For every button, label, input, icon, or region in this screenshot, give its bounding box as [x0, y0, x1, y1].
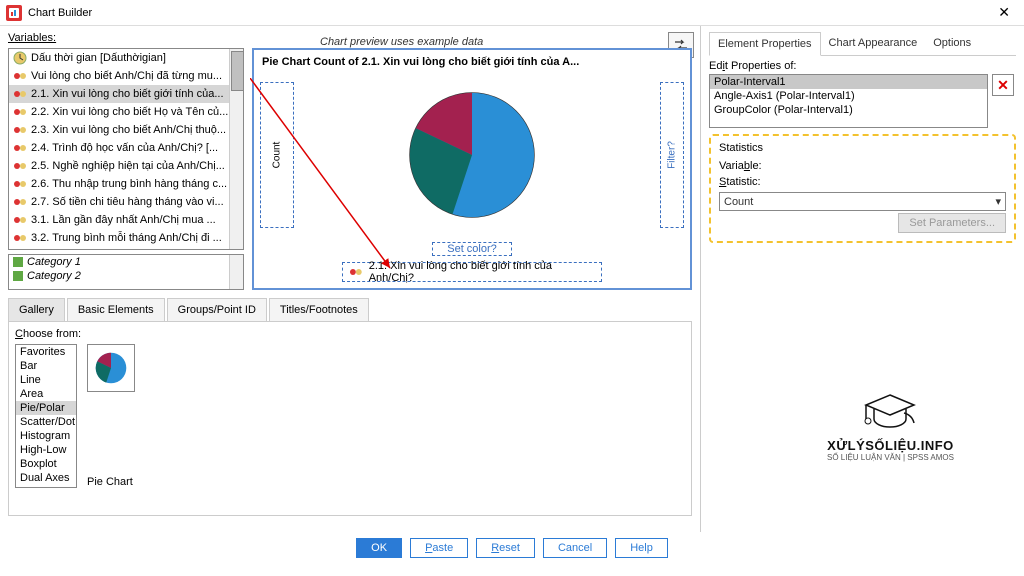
y-axis-dropzone[interactable]: Count — [260, 82, 294, 228]
elements-list[interactable]: Polar-Interval1 Angle-Axis1 (Polar-Inter… — [709, 74, 988, 128]
watermark: XỬLÝSỐLIỆU.INFO SỐ LIỆU LUẬN VĂN | SPSS … — [827, 391, 954, 462]
paste-button[interactable]: Paste — [410, 538, 468, 558]
type-high-low[interactable]: High-Low — [16, 443, 76, 457]
chevron-down-icon: ▾ — [995, 195, 1001, 208]
nominal-icon — [13, 231, 27, 245]
ok-button[interactable]: OK — [356, 538, 402, 558]
categories-list[interactable]: Category 1 Category 2 — [8, 254, 244, 290]
statistics-group: Statistics Variable: Statistic: Count ▾ … — [709, 134, 1016, 243]
thumbnail-label: Pie Chart — [87, 476, 135, 488]
type-area[interactable]: Area — [16, 387, 76, 401]
category-swatch-icon — [13, 257, 23, 267]
nominal-icon — [13, 195, 27, 209]
variable-label: Variable: — [719, 160, 762, 172]
reset-button[interactable]: Reset — [476, 538, 535, 558]
nominal-icon — [13, 87, 27, 101]
type-boxplot[interactable]: Boxplot — [16, 457, 76, 471]
list-item[interactable]: GroupColor (Polar-Interval1) — [710, 103, 987, 117]
type-histogram[interactable]: Histogram — [16, 429, 76, 443]
statistic-label: Statistic: — [719, 176, 761, 188]
chart-preview[interactable]: Pie Chart Count of 2.1. Xin vui lòng cho… — [252, 48, 692, 290]
nominal-icon — [13, 141, 27, 155]
legend-dropzone[interactable]: 2.1. Xin vui lòng cho biết giới tính của… — [342, 262, 602, 282]
titlebar: Chart Builder ✕ — [0, 0, 1024, 26]
type-line[interactable]: Line — [16, 373, 76, 387]
gallery-tabs: Gallery Basic Elements Groups/Point ID T… — [8, 298, 692, 322]
pie-chart-thumbnail[interactable] — [87, 344, 135, 392]
list-item[interactable]: 2.2. Xin vui lòng cho biết Họ và Tên củ.… — [9, 103, 243, 121]
dialog-buttons: OK Paste Reset Cancel Help — [0, 532, 1024, 564]
list-item[interactable]: Vui lòng cho biết Anh/Chị đã từng mu... — [9, 67, 243, 85]
nominal-icon — [13, 159, 27, 173]
type-scatter[interactable]: Scatter/Dot — [16, 415, 76, 429]
properties-tabs: Element Properties Chart Appearance Opti… — [709, 32, 1016, 56]
nominal-icon — [349, 265, 363, 279]
nominal-icon — [13, 105, 27, 119]
variables-list[interactable]: Dấu thời gian [Dấuthờigian] Vui lòng cho… — [8, 48, 244, 250]
pie-chart — [407, 90, 537, 220]
app-icon — [6, 5, 22, 21]
list-item[interactable]: 2.7. Số tiền chi tiêu hàng tháng vào vi.… — [9, 193, 243, 211]
tab-gallery[interactable]: Gallery — [8, 298, 65, 321]
preview-hint: Chart preview uses example data — [320, 36, 483, 48]
tab-titles-footnotes[interactable]: Titles/Footnotes — [269, 298, 369, 321]
set-parameters-button: Set Parameters... — [898, 213, 1006, 233]
graduation-cap-icon — [860, 391, 920, 435]
list-item[interactable]: 2.6. Thu nhập trung bình hàng tháng c... — [9, 175, 243, 193]
scrollbar[interactable] — [229, 255, 243, 289]
tab-element-properties[interactable]: Element Properties — [709, 32, 821, 56]
edit-properties-of-label: Edit Properties of: — [709, 60, 1016, 72]
filter-dropzone[interactable]: Filter? — [660, 82, 684, 228]
tab-basic-elements[interactable]: Basic Elements — [67, 298, 165, 321]
color-dropzone[interactable]: Set color? — [432, 242, 512, 256]
window-title: Chart Builder — [28, 7, 92, 19]
list-item[interactable]: Polar-Interval1 — [710, 75, 987, 89]
tab-options[interactable]: Options — [925, 32, 979, 55]
chart-type-list[interactable]: Favorites Bar Line Area Pie/Polar Scatte… — [15, 344, 77, 488]
nominal-icon — [13, 123, 27, 137]
scrollbar[interactable] — [229, 49, 243, 249]
list-item[interactable]: Angle-Axis1 (Polar-Interval1) — [710, 89, 987, 103]
nominal-icon — [13, 213, 27, 227]
tab-chart-appearance[interactable]: Chart Appearance — [821, 32, 926, 55]
help-button[interactable]: Help — [615, 538, 668, 558]
list-item[interactable]: Category 2 — [9, 269, 243, 283]
cancel-button[interactable]: Cancel — [543, 538, 607, 558]
choose-from-label: Choose from: — [15, 328, 685, 340]
list-item[interactable]: 3.1. Lần gần đây nhất Anh/Chị mua ... — [9, 211, 243, 229]
list-item[interactable]: 2.4. Trình độ học vấn của Anh/Chị? [... — [9, 139, 243, 157]
delete-element-button[interactable]: ✕ — [992, 74, 1014, 96]
list-item[interactable]: Category 1 — [9, 255, 243, 269]
pie-icon — [93, 350, 129, 386]
list-item[interactable]: 2.5. Nghề nghiệp hiện tại của Anh/Chị... — [9, 157, 243, 175]
nominal-icon — [13, 69, 27, 83]
list-item[interactable]: 2.1. Xin vui lòng cho biết giới tính của… — [9, 85, 243, 103]
tab-groups-point-id[interactable]: Groups/Point ID — [167, 298, 267, 321]
close-icon[interactable]: ✕ — [990, 2, 1018, 23]
chart-title: Pie Chart Count of 2.1. Xin vui lòng cho… — [258, 54, 686, 70]
scrollbar-thumb[interactable] — [231, 51, 244, 91]
list-item[interactable]: 3.2. Trung bình mỗi tháng Anh/Chị đi ... — [9, 229, 243, 247]
type-pie-polar[interactable]: Pie/Polar — [16, 401, 76, 415]
type-dual-axes[interactable]: Dual Axes — [16, 471, 76, 485]
list-item[interactable]: 2.3. Xin vui lòng cho biết Anh/Chị thuộ.… — [9, 121, 243, 139]
category-swatch-icon — [13, 271, 23, 281]
type-favorites[interactable]: Favorites — [16, 345, 76, 359]
statistic-select[interactable]: Count ▾ — [719, 192, 1006, 211]
gallery-body: Choose from: Favorites Bar Line Area Pie… — [8, 322, 692, 516]
clock-icon — [13, 51, 27, 65]
list-item[interactable]: Dấu thời gian [Dấuthờigian] — [9, 49, 243, 67]
statistics-label: Statistics — [719, 142, 1006, 154]
type-bar[interactable]: Bar — [16, 359, 76, 373]
nominal-icon — [13, 177, 27, 191]
